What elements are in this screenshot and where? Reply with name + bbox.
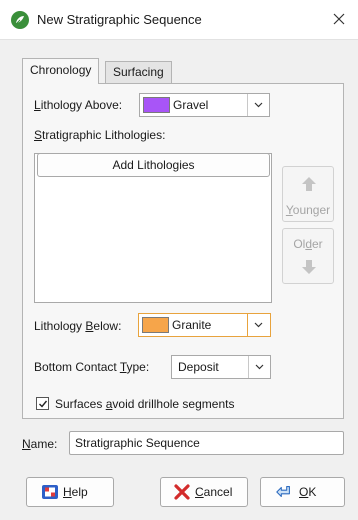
- lithology-above-dropdown[interactable]: Gravel: [139, 93, 270, 117]
- ok-label: OK: [299, 485, 317, 499]
- lithology-below-arrow[interactable]: [247, 313, 271, 337]
- window-title: New Stratigraphic Sequence: [37, 12, 202, 27]
- tab-chronology-label: Chronology: [30, 63, 92, 77]
- lithology-below-dropdown[interactable]: Granite: [138, 313, 271, 337]
- close-icon: [333, 13, 345, 25]
- add-lithologies-label: Add Lithologies: [112, 158, 195, 172]
- bottom-contact-type-value: Deposit: [178, 360, 219, 374]
- older-button[interactable]: Older: [282, 228, 334, 284]
- add-lithologies-button[interactable]: Add Lithologies: [37, 153, 270, 177]
- avoid-drillhole-checkbox[interactable]: [36, 397, 49, 410]
- bottom-contact-type-arrow[interactable]: [248, 356, 270, 378]
- lithology-above-swatch: [143, 97, 170, 113]
- tab-surfacing-label: Surfacing: [113, 65, 164, 79]
- tab-surfacing[interactable]: Surfacing: [105, 61, 172, 83]
- lithology-above-label: Lithology Above:: [34, 98, 123, 112]
- arrow-down-icon: [302, 260, 316, 274]
- help-button[interactable]: Help: [26, 477, 114, 507]
- avoid-drillhole-label[interactable]: Surfaces avoid drillhole segments: [55, 397, 234, 411]
- lithology-below-swatch: [142, 317, 169, 333]
- title-bar: New Stratigraphic Sequence: [0, 0, 358, 40]
- older-label: Older: [293, 237, 323, 251]
- chevron-down-icon: [255, 364, 264, 370]
- checkmark-icon: [39, 400, 48, 408]
- ok-button[interactable]: OK: [260, 477, 345, 507]
- help-label: Help: [63, 485, 88, 499]
- name-input[interactable]: Stratigraphic Sequence: [69, 431, 344, 455]
- lithology-above-value: Gravel: [173, 98, 209, 112]
- cancel-x-icon: [174, 484, 190, 500]
- younger-label: Younger: [285, 203, 331, 217]
- ok-arrow-icon: [276, 486, 290, 498]
- bottom-contact-type-dropdown[interactable]: Deposit: [171, 355, 271, 379]
- help-lifebuoy-icon: [42, 485, 58, 499]
- leapfrog-app-icon: [11, 11, 29, 29]
- chevron-down-icon: [254, 102, 263, 108]
- chevron-down-icon: [254, 322, 263, 328]
- arrow-up-icon: [302, 177, 316, 191]
- cancel-label: Cancel: [195, 485, 233, 499]
- tab-chronology[interactable]: Chronology: [22, 58, 100, 84]
- bottom-contact-type-label: Bottom Contact Type:: [34, 360, 150, 374]
- name-input-value: Stratigraphic Sequence: [75, 436, 200, 450]
- younger-button[interactable]: Younger: [282, 166, 334, 222]
- lithology-below-label: Lithology Below:: [34, 319, 122, 333]
- lithology-above-arrow[interactable]: [247, 94, 269, 116]
- cancel-button[interactable]: Cancel: [160, 477, 248, 507]
- lithology-below-value: Granite: [172, 318, 212, 332]
- stratigraphic-lithologies-label: Stratigraphic Lithologies:: [34, 128, 166, 142]
- close-button[interactable]: [328, 8, 350, 30]
- name-label: Name:: [22, 437, 58, 451]
